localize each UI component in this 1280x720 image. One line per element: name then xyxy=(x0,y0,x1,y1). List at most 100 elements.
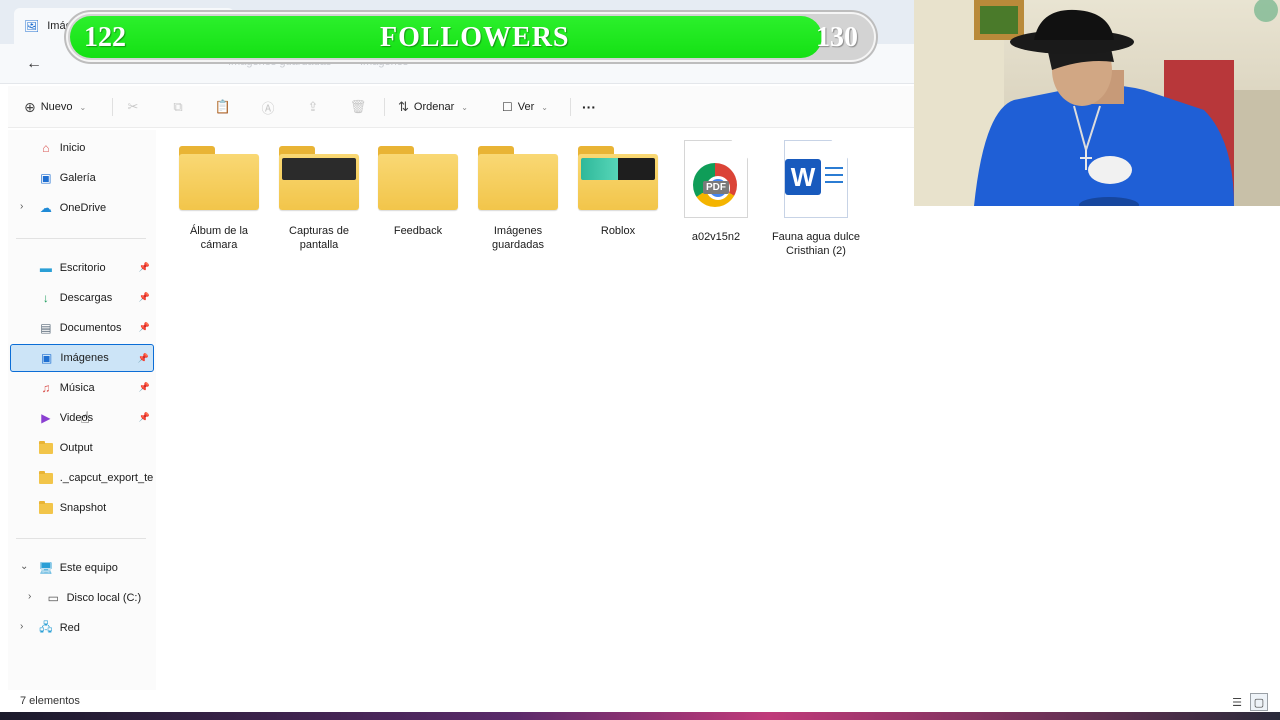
folder-item[interactable]: Álbum de la cámara xyxy=(171,140,267,252)
followers-current: 122 xyxy=(84,22,126,53)
paste-icon[interactable]: 📋 xyxy=(214,98,232,116)
sidebar-item-label: Este equipo xyxy=(59,562,118,574)
view-label: Ver xyxy=(517,101,535,113)
chevron-down-icon[interactable]: ⌄ xyxy=(20,561,28,572)
sidebar-item-label: Output xyxy=(59,442,93,454)
followers-goal-bar: 122 FOLLOWERS 130 xyxy=(66,12,876,62)
list-icon: ☰ xyxy=(1232,696,1242,709)
divider xyxy=(16,238,146,239)
download-icon: ↓ xyxy=(42,291,49,305)
document-icon: ▤ xyxy=(40,321,52,335)
home-icon: ⌂ xyxy=(42,141,50,155)
item-label: Capturas de pantalla xyxy=(289,225,349,251)
sidebar-item-label: Galería xyxy=(59,172,96,184)
word-file-icon: W xyxy=(784,140,848,218)
file-explorer-window: 🖼 Imágenes ← Imágenes guardadas Imágenes… xyxy=(0,0,1280,720)
status-bar: 7 elementos ☰ ▢ xyxy=(0,690,1280,714)
sidebar-item-output[interactable]: Output xyxy=(10,434,154,462)
view-square-icon: ☐ xyxy=(502,100,513,114)
desktop-strip xyxy=(0,712,1280,720)
tiles-icon: ▢ xyxy=(1253,696,1265,709)
view-button[interactable]: ☐ Ver ⌄ xyxy=(502,96,548,118)
chevron-right-icon[interactable]: › xyxy=(20,201,23,212)
sidebar-item-onedrive[interactable]: › ☁ OneDrive xyxy=(10,194,154,222)
pin-icon[interactable]: 📌 xyxy=(139,322,150,333)
sidebar-item-images[interactable]: ▣ Imágenes 📌 xyxy=(10,344,154,372)
rename-icon[interactable]: Ⓐ xyxy=(259,98,277,116)
copy-icon[interactable]: ⧉ xyxy=(169,98,187,116)
cloud-icon: ☁ xyxy=(39,201,52,215)
pin-icon[interactable]: 📌 xyxy=(139,262,150,273)
file-item[interactable]: W Fauna agua dulce Cristhian (2) xyxy=(768,140,864,258)
pin-icon[interactable]: 📌 xyxy=(138,353,149,364)
images-icon: 🖼 xyxy=(24,19,40,33)
sidebar-item-label: Inicio xyxy=(59,142,86,154)
new-label: Nuevo xyxy=(40,101,73,113)
divider xyxy=(384,98,385,116)
chevron-down-icon: ⌄ xyxy=(541,102,548,112)
item-count: 7 elementos xyxy=(20,695,80,707)
plus-circle-icon: ⊕ xyxy=(24,98,36,115)
chevron-right-icon[interactable]: › xyxy=(28,591,31,602)
word-lines xyxy=(825,167,843,188)
sidebar-item-desktop[interactable]: ▬ Escritorio 📌 xyxy=(10,254,154,282)
sidebar-item-local-disk[interactable]: › ▭ Disco local (C:) xyxy=(10,584,154,612)
folder-item[interactable]: Capturas de pantalla xyxy=(271,140,367,252)
webcam-image xyxy=(914,0,1280,206)
folder-icon xyxy=(478,146,558,210)
sort-button[interactable]: ⇅ Ordenar ⌄ xyxy=(398,96,468,118)
file-item[interactable]: PDF a02v15n2 xyxy=(668,140,764,244)
divider xyxy=(570,98,571,116)
sidebar-item-snapshot[interactable]: Snapshot xyxy=(10,494,154,522)
sidebar-item-this-pc[interactable]: ⌄ 🖥 Este equipo xyxy=(10,554,154,582)
chevron-right-icon[interactable]: › xyxy=(20,621,23,632)
folder-item[interactable]: Feedback xyxy=(370,140,466,238)
sidebar-item-capcut-export[interactable]: ._capcut_export_te xyxy=(10,464,154,492)
arrow-left-icon: ← xyxy=(26,55,42,72)
item-label: Álbum de la cámara xyxy=(189,225,249,251)
new-button[interactable]: ⊕ Nuevo ⌄ xyxy=(24,96,86,118)
sidebar-item-network[interactable]: › 🖧 Red xyxy=(10,614,154,642)
sort-label: Ordenar xyxy=(413,101,455,113)
pin-icon[interactable]: 📌 xyxy=(139,292,150,303)
folder-icon xyxy=(578,146,658,210)
delete-icon[interactable]: 🗑 xyxy=(349,98,367,116)
share-icon[interactable]: ⇪ xyxy=(304,98,322,116)
back-button[interactable]: ← xyxy=(22,52,46,76)
details-view-button[interactable]: ☰ xyxy=(1228,693,1246,711)
sort-arrows-icon: ⇅ xyxy=(398,99,409,114)
thumbnail-preview xyxy=(581,158,655,180)
sidebar-item-music[interactable]: ♫ Música 📌 xyxy=(10,374,154,402)
folder-icon xyxy=(38,440,54,456)
tiles-view-button[interactable]: ▢ xyxy=(1250,693,1268,711)
item-label: Feedback xyxy=(393,225,443,237)
hand-cursor-icon: ☝ xyxy=(80,410,90,427)
folder-icon xyxy=(38,500,54,516)
folder-item[interactable]: Roblox xyxy=(570,140,666,238)
divider xyxy=(16,538,146,539)
sidebar-item-label: Snapshot xyxy=(59,502,107,514)
file-grid: Álbum de la cámara Capturas de pantalla … xyxy=(160,130,1280,690)
sidebar-item-documents[interactable]: ▤ Documentos 📌 xyxy=(10,314,154,342)
item-label: Roblox xyxy=(600,225,636,237)
sidebar-item-downloads[interactable]: ↓ Descargas 📌 xyxy=(10,284,154,312)
desktop-icon: ▬ xyxy=(39,261,52,275)
word-logo-icon: W xyxy=(785,159,821,195)
item-label: Imágenes guardadas xyxy=(492,225,544,251)
chevron-down-icon: ⌄ xyxy=(79,102,87,112)
pdf-tag: PDF xyxy=(703,181,729,194)
pin-icon[interactable]: 📌 xyxy=(139,412,150,423)
folder-item[interactable]: Imágenes guardadas xyxy=(470,140,566,252)
sidebar-item-label: Disco local (C:) xyxy=(66,592,142,604)
folder-icon xyxy=(378,146,458,210)
computer-icon: 🖥 xyxy=(38,561,54,575)
pin-icon[interactable]: 📌 xyxy=(139,382,150,393)
sidebar-item-label: OneDrive xyxy=(59,202,107,214)
sidebar-item-gallery[interactable]: ▣ Galería xyxy=(10,164,154,192)
cut-icon[interactable]: ✂ xyxy=(124,98,142,116)
sidebar-item-home[interactable]: ⌂ Inicio xyxy=(10,134,154,162)
video-icon: ▶ xyxy=(41,411,51,425)
gallery-icon: ▣ xyxy=(40,171,52,185)
more-options-button[interactable]: ··· xyxy=(582,96,596,118)
followers-goal: 130 xyxy=(816,22,858,53)
